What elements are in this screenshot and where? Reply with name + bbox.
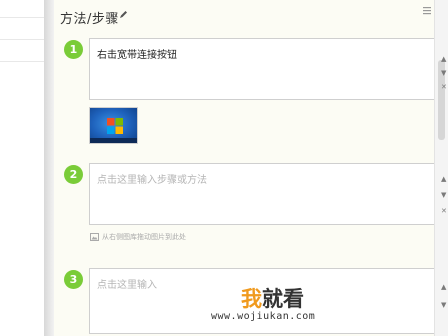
move-down-icon[interactable]: ▼ — [441, 192, 446, 199]
site-watermark: 我就看 www.wojiukan.com — [203, 280, 389, 330]
watermark-url: www.wojiukan.com — [211, 311, 316, 322]
step-1-textarea[interactable]: 右击宽带连接按钮 — [89, 38, 437, 100]
background-page — [0, 0, 44, 336]
step-2-controls[interactable]: ▲ ▼ ✕ — [441, 176, 448, 216]
step-number-badge: 2 — [64, 165, 83, 184]
delete-icon[interactable]: ✕ — [441, 84, 447, 91]
move-up-icon[interactable]: ▲ — [441, 176, 446, 183]
move-up-icon[interactable]: ▲ — [441, 284, 446, 291]
section-title: 方法/步骤 — [60, 12, 119, 27]
step-3-controls[interactable]: ▲ ▼ — [441, 284, 448, 324]
windows-logo-icon — [107, 118, 123, 134]
step-3-placeholder: 点击这里输入 — [97, 280, 157, 291]
step-1-controls[interactable]: ▲ ▼ ✕ — [441, 56, 448, 96]
move-down-icon[interactable]: ▼ — [441, 302, 446, 309]
delete-icon[interactable]: ✕ — [441, 208, 447, 215]
step-number-badge: 3 — [64, 270, 83, 289]
move-down-icon[interactable]: ▼ — [441, 70, 446, 77]
step-1-image-thumbnail[interactable] — [89, 107, 138, 144]
taskbar — [90, 138, 137, 143]
step-1-text: 右击宽带连接按钮 — [97, 50, 177, 61]
watermark-brand: 我就看 — [241, 287, 304, 311]
upload-hint-text: 从右侧图库拖动图片到此处 — [102, 233, 186, 241]
divider — [0, 61, 44, 62]
step-number-badge: 1 — [64, 40, 83, 59]
image-upload-hint[interactable]: 从右侧图库拖动图片到此处 — [90, 232, 186, 242]
panel-shadow — [44, 0, 54, 336]
step-2-placeholder: 点击这里输入步骤或方法 — [97, 175, 207, 186]
divider — [0, 39, 44, 40]
step-2-textarea[interactable]: 点击这里输入步骤或方法 — [89, 163, 437, 225]
image-icon — [90, 233, 99, 241]
pencil-icon[interactable] — [118, 10, 128, 20]
divider — [0, 17, 44, 18]
move-up-icon[interactable]: ▲ — [441, 56, 446, 63]
